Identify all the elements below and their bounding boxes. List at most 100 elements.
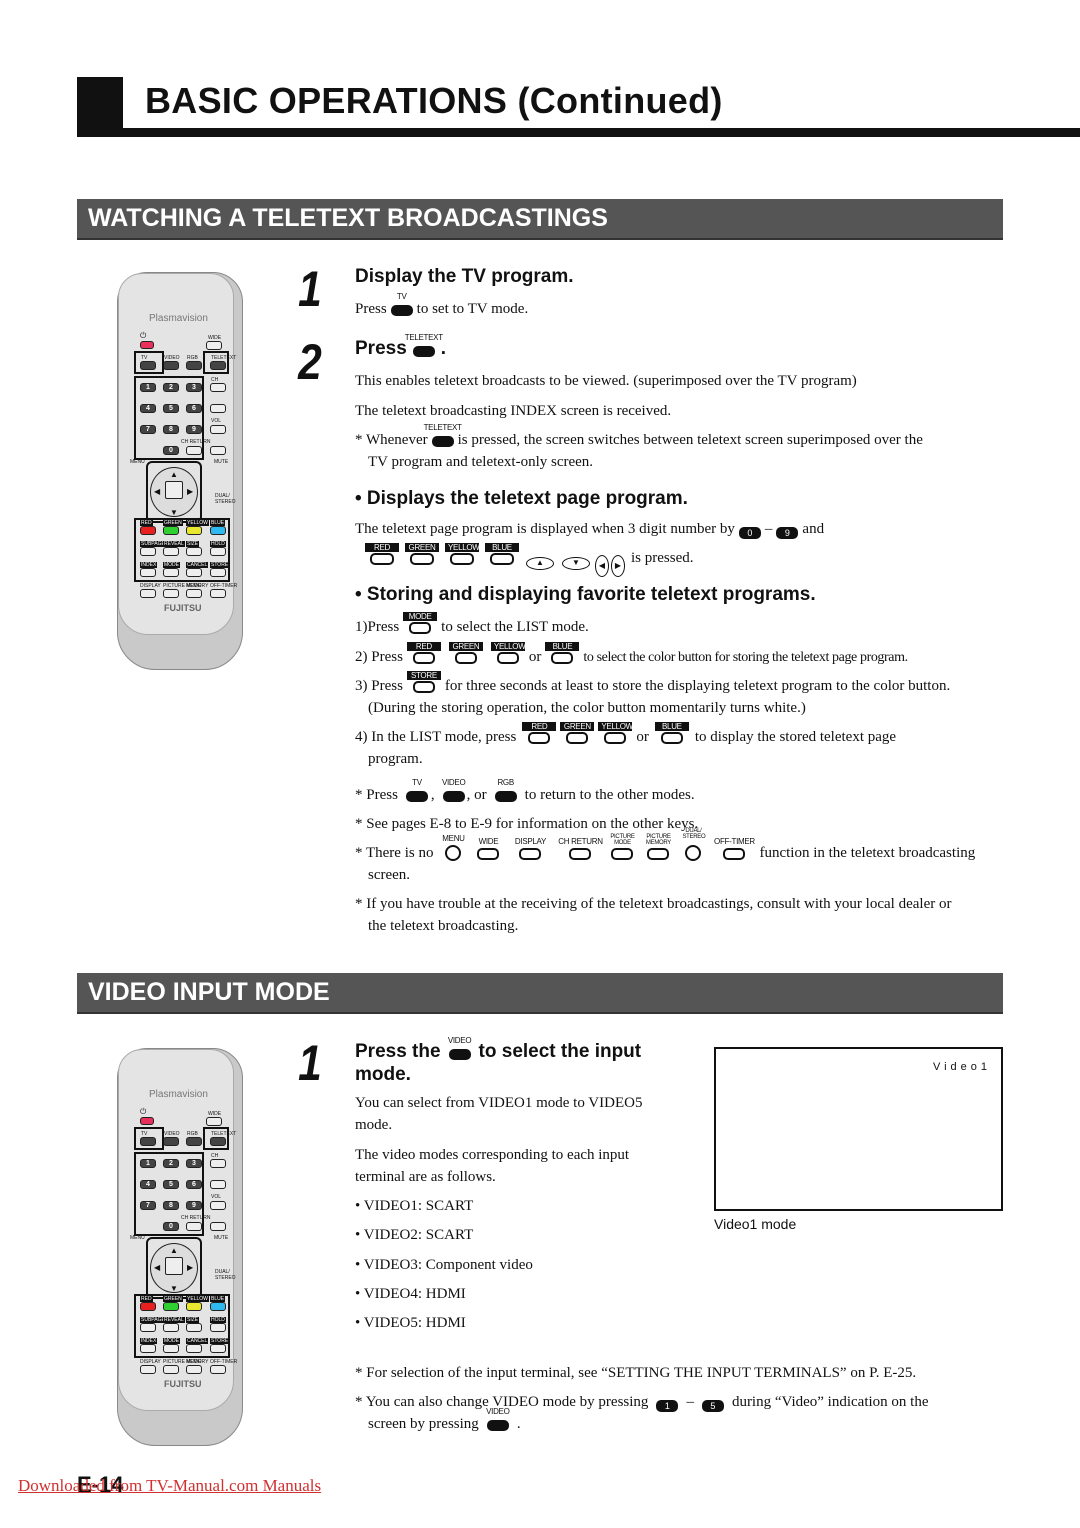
note: screen.	[368, 867, 411, 883]
tv-button-icon: TV	[405, 778, 428, 802]
yellow-button-icon: YELLOW	[598, 722, 633, 744]
down-arrow-icon: ▼	[562, 557, 590, 570]
offtimer-button	[210, 589, 226, 598]
note: the teletext broadcasting.	[368, 918, 519, 934]
text: during “Video” indication on the	[731, 1394, 929, 1410]
button-label: TELETEXT	[404, 333, 443, 342]
yellow-button-icon: YELLOW	[445, 543, 480, 565]
highlight	[134, 518, 230, 582]
button-label: TV	[412, 778, 422, 787]
list-item: 3) Press STORE for three seconds at least …	[355, 671, 950, 697]
text: , or	[466, 787, 487, 803]
step-text: Press TV to set to TV mode.	[355, 292, 528, 320]
text: to display the stored teletext page	[694, 729, 897, 745]
up-arrow-icon: ▲	[526, 557, 554, 570]
paragraph: You can select from VIDEO1 mode to VIDEO…	[355, 1095, 643, 1111]
button-label: DUAL/ STEREO	[682, 828, 706, 840]
display-button-icon: DISPLAY	[515, 837, 546, 860]
bullet: •	[355, 1285, 364, 1302]
highlight	[134, 1294, 230, 1358]
text: –	[764, 521, 773, 537]
down-arrow-icon: ▼	[170, 508, 178, 517]
button-label: GREEN	[405, 543, 439, 552]
ch-down-button	[210, 1180, 226, 1189]
list-item: 1)Press MODE to select the LIST mode.	[355, 612, 589, 638]
text: to select the LIST mode.	[441, 619, 589, 635]
video-button	[163, 1137, 179, 1146]
digit-9-button-icon: 9	[776, 527, 799, 539]
red-button-icon: RED	[406, 642, 441, 664]
text: * Press	[355, 787, 398, 803]
dual-stereo-button-icon: DUAL/ STEREO	[682, 828, 706, 861]
label: CH RETURN	[181, 439, 211, 445]
button-label: CH RETURN	[558, 837, 603, 846]
text: Press	[355, 338, 407, 359]
list-item: • VIDEO3: Component video	[355, 1254, 533, 1276]
bullet: •	[355, 1256, 364, 1273]
text: VIDEO1: SCART	[363, 1198, 474, 1214]
button-label: PICTURE MODE	[610, 834, 635, 846]
paragraph: The video modes corresponding to each in…	[355, 1147, 630, 1163]
blue-button-icon: BLUE	[545, 642, 580, 664]
yellow-button-icon: YELLOW	[490, 642, 526, 664]
button-label: MODE	[403, 612, 438, 621]
list-item: 4) In the LIST mode, press RED GREEN YELLOW…	[355, 722, 897, 748]
down-arrow-icon: ▼	[170, 1284, 178, 1293]
highlight	[134, 351, 164, 374]
button-label: BLUE	[545, 642, 580, 651]
screen-indicator: Video1	[932, 1061, 991, 1073]
rgb-button	[186, 1137, 202, 1146]
offtimer-button	[210, 1365, 226, 1374]
video-button-icon: VIDEO	[486, 1407, 510, 1431]
note: * You can also change VIDEO mode by pres…	[355, 1391, 928, 1413]
button-label: YELLOW	[445, 543, 480, 552]
green-button-icon: GREEN	[405, 543, 439, 565]
rgb-button	[186, 361, 202, 370]
highlight	[134, 1127, 164, 1150]
ch-down-button	[210, 404, 226, 413]
picmode-button	[163, 1365, 179, 1374]
label: MENU	[130, 459, 145, 465]
button-label: RED	[522, 722, 557, 731]
label: MENU	[130, 1235, 145, 1241]
header-rule	[77, 128, 1080, 137]
off-timer-button-icon: OFF-TIMER	[714, 837, 755, 860]
video-button-icon: VIDEO	[448, 1036, 472, 1060]
text: to select the input	[478, 1041, 642, 1062]
button-label: MENU	[442, 834, 465, 843]
teletext-button-icon: TELETEXT	[405, 333, 443, 357]
text: or	[636, 729, 649, 745]
store-button-icon: STORE	[406, 671, 441, 693]
step-title: Display the TV program.	[355, 266, 574, 287]
text: is pressed, the screen switches between …	[457, 432, 923, 448]
subheading: • Displays the teletext page program.	[355, 488, 688, 509]
power-button	[140, 1117, 154, 1125]
label: MUTE	[214, 1235, 229, 1241]
ch-up-button	[210, 383, 226, 392]
paragraph: The teletext page program is displayed w…	[355, 518, 824, 540]
text: is pressed.	[631, 550, 694, 566]
fujitsu-logo: FUJITSU	[164, 1379, 202, 1389]
memory-button	[186, 1365, 202, 1374]
digit-5-button-icon: 5	[701, 1400, 724, 1412]
note: TV program and teletext-only screen.	[368, 454, 594, 470]
download-source-link[interactable]: Downloaded from TV-Manual.com Manuals	[18, 1476, 321, 1496]
text: Press	[355, 301, 387, 317]
blue-button-icon: BLUE	[654, 722, 689, 744]
text: 1)Press	[355, 619, 400, 635]
digit-1-button-icon: 1	[656, 1400, 679, 1412]
ch-return-button	[186, 1222, 202, 1231]
power-icon: ⏻	[140, 331, 147, 340]
text: Press the	[355, 1041, 441, 1062]
text: VIDEO4: HDMI	[363, 1285, 466, 1302]
note: * For selection of the input terminal, s…	[355, 1365, 917, 1381]
text: VIDEO3: Component video	[363, 1256, 533, 1273]
section-title-teletext: WATCHING A TELETEXT BROADCASTINGS	[77, 199, 1003, 240]
text: VIDEO5: HDMI	[363, 1315, 466, 1332]
button-label: PICTURE MEMORY	[645, 834, 672, 846]
screen-caption: Video1 mode	[714, 1216, 797, 1232]
screen-preview: Video1	[714, 1047, 1003, 1211]
text: VIDEO2: SCART	[363, 1227, 474, 1244]
bullet: •	[355, 1198, 364, 1214]
paragraph: RED GREEN YELLOW BLUE ▲ ▼ ◀ ▶ is pressed.	[362, 543, 694, 577]
